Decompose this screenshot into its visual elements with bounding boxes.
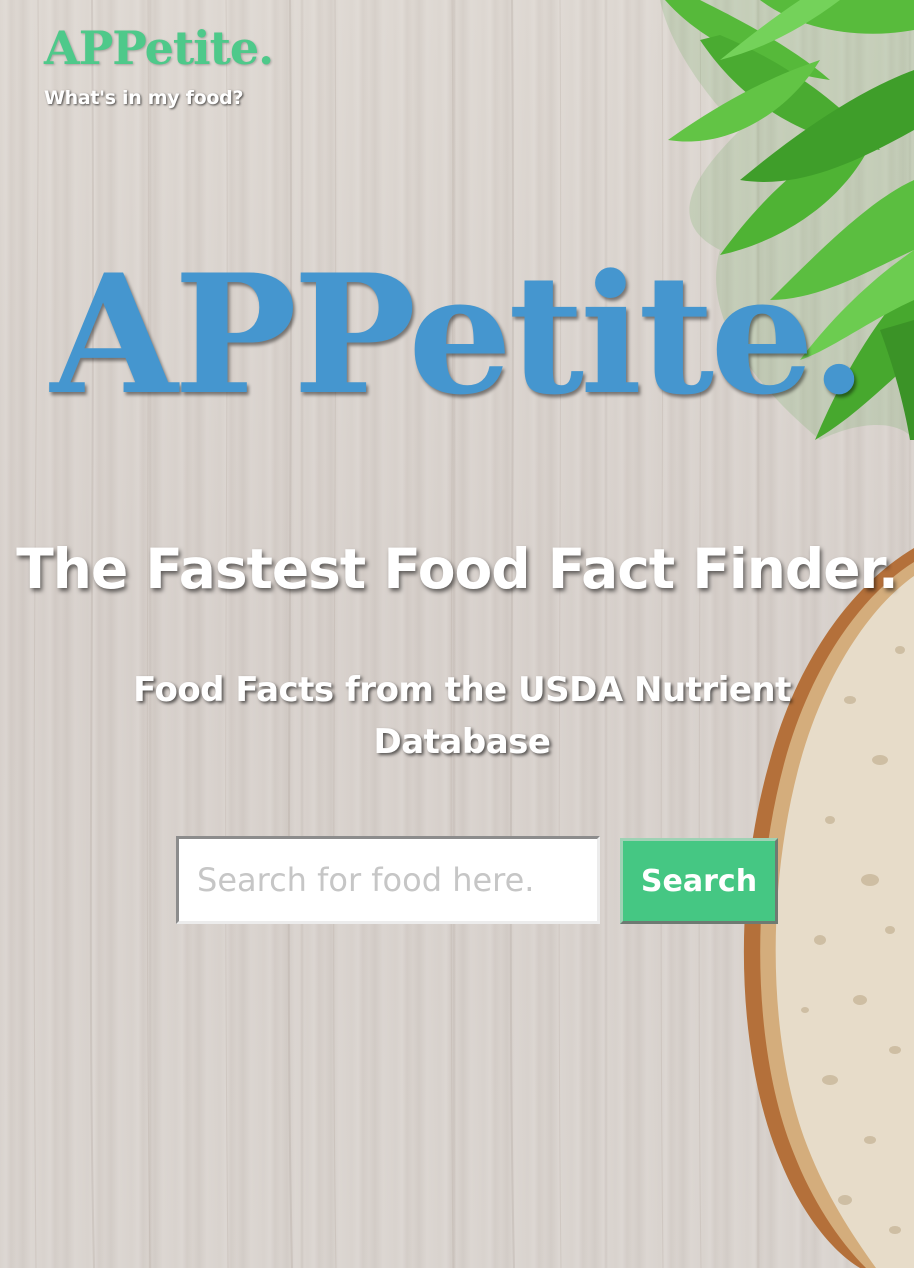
header-brand: APPetite. What's in my food? bbox=[44, 20, 284, 110]
header-logo[interactable]: APPetite. bbox=[44, 20, 284, 76]
search-form: Search bbox=[176, 836, 780, 926]
header-tagline: What's in my food? bbox=[44, 87, 244, 109]
hero-headline: The Fastest Food Fact Finder. bbox=[16, 537, 898, 601]
wood-background bbox=[0, 0, 914, 1268]
search-button[interactable]: Search bbox=[620, 838, 778, 924]
hero-subheadline: Food Facts from the USDA Nutrient Databa… bbox=[133, 670, 791, 762]
search-input[interactable] bbox=[176, 836, 600, 924]
hero-logo: APPetite. bbox=[50, 238, 867, 431]
